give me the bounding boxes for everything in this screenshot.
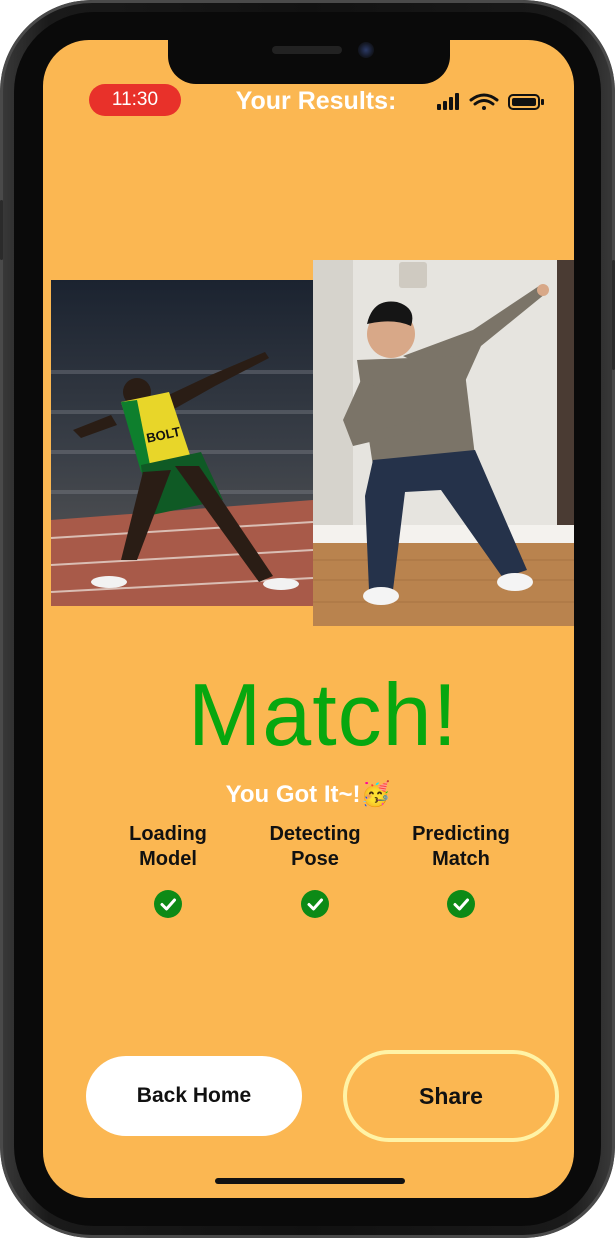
front-camera <box>358 42 374 58</box>
check-icon <box>301 890 329 918</box>
step-predicting-match: Predicting Match <box>386 822 536 918</box>
check-icon <box>447 890 475 918</box>
home-indicator[interactable] <box>215 1178 405 1184</box>
result-subtitle: You Got It~!🥳 <box>225 780 391 808</box>
signal-icon <box>437 93 459 110</box>
step-label: Detecting Pose <box>269 823 361 870</box>
back-home-button[interactable]: Back Home <box>86 1056 302 1136</box>
step-label: Predicting Match <box>412 823 510 870</box>
progress-steps: Loading Model Detecting Pose Predicting … <box>93 822 543 922</box>
phone-side-button <box>0 200 3 260</box>
step-detecting-pose: Detecting Pose <box>240 822 390 918</box>
step-label: Loading Model <box>129 823 207 870</box>
match-headline: Match! <box>187 665 459 764</box>
app-screen: 11:30 Your Results: BOLT Match! You Got … <box>43 40 574 1198</box>
speaker-grille <box>272 46 342 54</box>
status-icons <box>435 92 555 112</box>
page-title: Your Results: <box>235 86 397 115</box>
share-button[interactable]: Share <box>343 1050 559 1142</box>
status-time: 11:30 <box>89 84 181 116</box>
wifi-icon <box>469 93 499 110</box>
user-pose-photo <box>313 260 574 626</box>
check-icon <box>154 890 182 918</box>
step-loading-model: Loading Model <box>93 822 243 918</box>
reference-pose-photo: BOLT <box>51 280 313 606</box>
battery-icon <box>508 94 544 110</box>
